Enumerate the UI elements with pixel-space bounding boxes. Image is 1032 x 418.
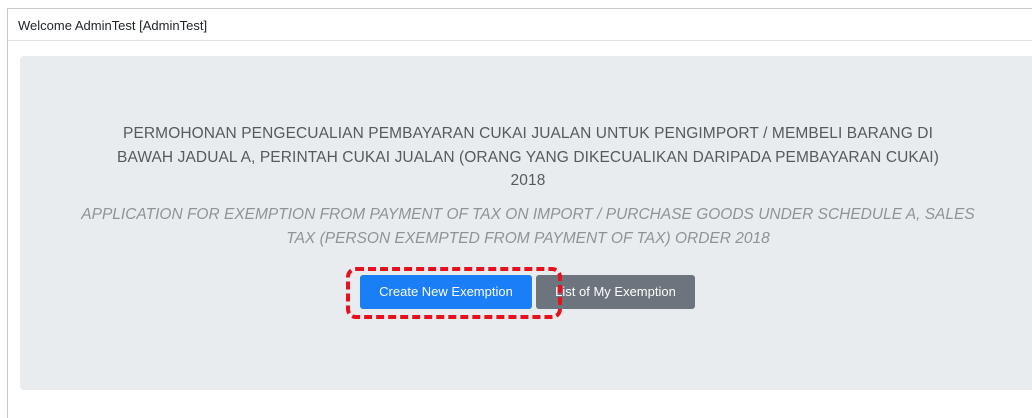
title-line-1: PERMOHONAN PENGECUALIAN PEMBAYARAN CUKAI… (123, 125, 933, 142)
subtitle-line-2: TAX (PERSON EXEMPTED FROM PAYMENT OF TAX… (286, 229, 770, 247)
page-subtitle: APPLICATION FOR EXEMPTION FROM PAYMENT O… (20, 203, 1032, 250)
exemption-panel: PERMOHONAN PENGECUALIAN PEMBAYARAN CUKAI… (20, 56, 1032, 390)
list-my-exemption-button[interactable]: List of My Exemption (536, 275, 695, 309)
create-new-exemption-button[interactable]: Create New Exemption (360, 275, 532, 309)
welcome-bar: Welcome AdminTest [AdminTest] (8, 9, 1032, 41)
title-line-3: 2018 (510, 172, 546, 189)
title-line-2: BAWAH JADUAL A, PERINTAH CUKAI JUALAN (O… (117, 148, 939, 166)
welcome-text: Welcome AdminTest [AdminTest] (18, 18, 208, 33)
subtitle-line-1: APPLICATION FOR EXEMPTION FROM PAYMENT O… (81, 206, 975, 223)
page-title: PERMOHONAN PENGECUALIAN PEMBAYARAN CUKAI… (20, 122, 1032, 193)
page-frame: Welcome AdminTest [AdminTest] PERMOHONAN… (7, 8, 1032, 418)
